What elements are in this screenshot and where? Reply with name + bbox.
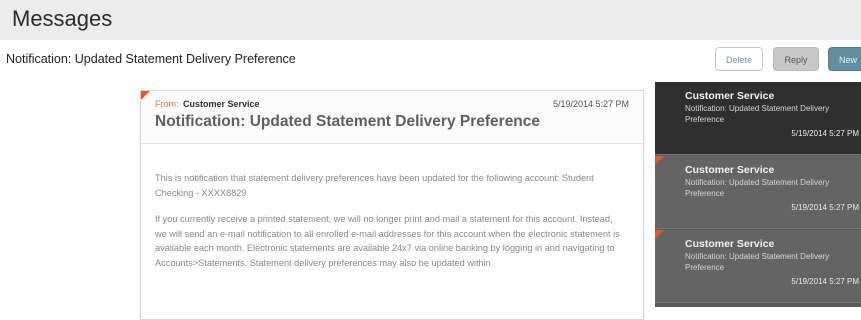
- inbox-item-preview: Notification: Updated Statement Delivery…: [685, 178, 830, 198]
- inbox-item[interactable]: Customer Service Notification: Updated S…: [655, 82, 861, 155]
- unread-flag-icon: [141, 91, 150, 100]
- from-label: From:: [155, 99, 179, 109]
- from-row: From: Customer Service: [155, 99, 260, 109]
- header-bar: Messages: [0, 0, 861, 40]
- from-name: Customer Service: [183, 99, 260, 109]
- inbox-item-preview: Notification: Updated Statement Delivery…: [685, 252, 830, 272]
- unread-flag-icon: [655, 156, 664, 165]
- message-header: From: Customer Service 5/19/2014 5:27 PM…: [141, 91, 643, 144]
- message-card: From: Customer Service 5/19/2014 5:27 PM…: [140, 90, 644, 320]
- unread-flag-icon: [655, 230, 664, 239]
- message-paragraph: This is notification that statement deli…: [155, 173, 594, 198]
- inbox-item-date: 5/19/2014 5:27 PM: [791, 129, 859, 138]
- message-body: This is notification that statement deli…: [155, 171, 625, 282]
- inbox-item-sender: Customer Service: [685, 238, 775, 250]
- inbox-item-sender: Customer Service: [685, 90, 775, 102]
- reply-button[interactable]: Reply: [773, 47, 819, 71]
- inbox-item-date: 5/19/2014 5:27 PM: [791, 277, 859, 286]
- inbox-item[interactable]: Customer Service Notification: Updated S…: [655, 230, 861, 303]
- inbox-item-date: 5/19/2014 5:27 PM: [791, 203, 859, 212]
- message-subject: Notification: Updated Statement Delivery…: [155, 113, 541, 130]
- message-date: 5/19/2014 5:27 PM: [552, 99, 629, 109]
- delete-button[interactable]: Delete: [715, 47, 763, 71]
- new-message-button[interactable]: New: [828, 47, 861, 71]
- inbox-item-sender: Customer Service: [685, 164, 775, 176]
- message-paragraph: If you currently receive a printed state…: [155, 214, 620, 268]
- inbox-item[interactable]: Customer Service Notification: Updated S…: [655, 156, 861, 229]
- page-title: Messages: [12, 6, 113, 31]
- inbox-item-preview: Notification: Updated Statement Delivery…: [685, 104, 830, 124]
- inbox-list: Customer Service Notification: Updated S…: [655, 82, 861, 307]
- message-subject-heading: Notification: Updated Statement Delivery…: [6, 52, 296, 66]
